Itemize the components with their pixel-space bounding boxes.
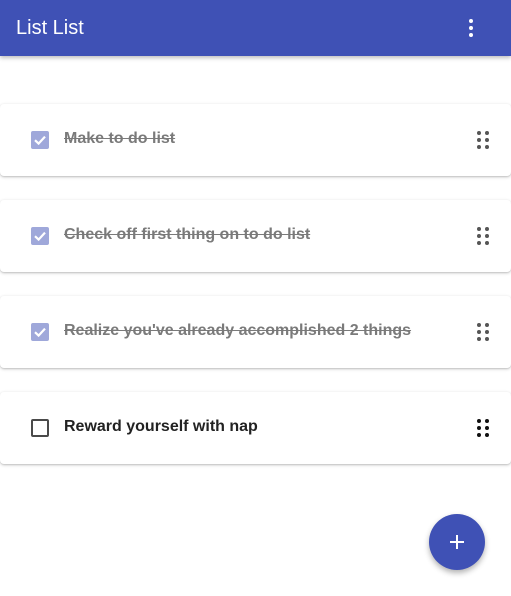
item-checkbox[interactable] — [31, 419, 49, 437]
check-icon — [34, 327, 46, 338]
app-title: List List — [16, 16, 84, 39]
list-item: Reward yourself with nap — [0, 392, 511, 464]
drag-handle-icon[interactable] — [477, 131, 489, 149]
list-item: Check off first thing on to do list — [0, 200, 511, 272]
item-checkbox[interactable] — [31, 323, 49, 341]
drag-handle-icon[interactable] — [477, 227, 489, 245]
plus-icon — [450, 535, 464, 549]
item-checkbox[interactable] — [31, 131, 49, 149]
drag-handle-icon[interactable] — [477, 419, 489, 437]
check-icon — [34, 231, 46, 242]
more-vert-icon[interactable] — [459, 16, 483, 40]
add-item-button[interactable] — [429, 514, 485, 570]
item-text[interactable]: Realize you've already accomplished 2 th… — [64, 322, 411, 340]
item-text[interactable]: Reward yourself with nap — [64, 418, 258, 436]
item-text[interactable]: Check off first thing on to do list — [64, 226, 310, 244]
item-checkbox[interactable] — [31, 227, 49, 245]
item-text[interactable]: Make to do list — [64, 130, 175, 148]
app-bar: List List — [0, 0, 511, 56]
check-icon — [34, 135, 46, 146]
list-item: Make to do list — [0, 104, 511, 176]
drag-handle-icon[interactable] — [477, 323, 489, 341]
list-item: Realize you've already accomplished 2 th… — [0, 296, 511, 368]
